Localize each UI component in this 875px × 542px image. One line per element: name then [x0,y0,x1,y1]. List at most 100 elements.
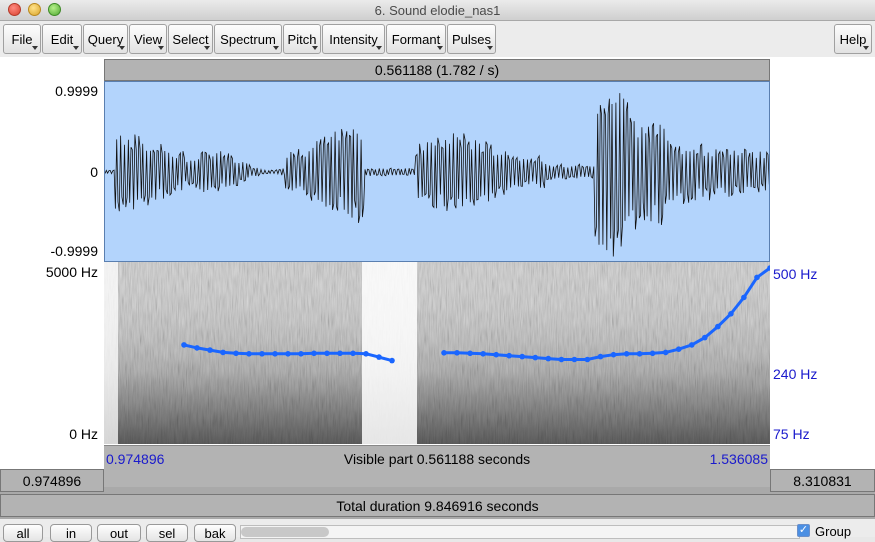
zoom-in-button[interactable]: in [50,524,92,542]
menu-help-label: Help [839,32,867,47]
spectrogram-freq-max: 5000 Hz [45,264,98,280]
pitch-point [597,353,604,360]
spectrogram-low-energy [104,262,770,444]
pitch-point [636,351,643,357]
praat-sound-window: 6. Sound elodie_nas1 File Edit Query Vie… [0,0,875,542]
chevron-down-icon [437,46,443,50]
right-outside-time[interactable]: 8.310831 [770,469,875,492]
pitch-point [220,349,226,356]
pitch-point [311,350,317,357]
waveform-y-min: -0.9999 [50,243,98,259]
chevron-down-icon [312,46,318,50]
waveform-panel[interactable] [104,81,770,262]
menu-formant[interactable]: Formant [386,24,446,54]
menu-query[interactable]: Query [83,24,128,54]
pitch-point [389,357,395,364]
menu-edit-label: Edit [50,32,74,47]
pitch-point [610,351,617,358]
pitch-point [532,354,539,361]
pitch-point [207,347,213,353]
waveform-svg [105,93,769,257]
menu-select[interactable]: Select [168,24,213,54]
chevron-down-icon [204,46,210,50]
spectrogram-silence [362,262,417,444]
chevron-down-icon [273,46,279,50]
menu-intensity[interactable]: Intensity [322,24,385,54]
pitch-point [259,351,265,357]
scrollbar-thumb[interactable] [241,527,329,537]
menu-pulses-label: Pulses [451,32,492,47]
pitch-point [506,352,512,359]
pitch-point [545,355,552,362]
waveform-y-zero: 0 [90,164,98,180]
bottom-controls: all in out sel bak ✓ Group [0,519,875,542]
pitch-point [181,342,187,348]
menu-formant-label: Formant [391,32,441,47]
pitch-point [675,346,682,352]
zoom-back-button[interactable]: bak [194,524,236,542]
left-outside-time[interactable]: 0.974896 [0,469,104,492]
pitch-point [754,274,760,281]
waveform-trace [105,93,769,257]
window-title: 6. Sound elodie_nas1 [374,3,501,18]
chevron-down-icon [376,46,382,50]
pitch-point [233,350,239,357]
total-duration-bar[interactable]: Total duration 9.846916 seconds [0,494,875,517]
menu-help[interactable]: Help [834,24,872,54]
zoom-all-button[interactable]: all [3,524,43,542]
pitch-point [571,356,578,363]
pitch-point [454,350,460,356]
spectrogram-svg [104,262,770,444]
spectrogram-freq-min: 0 Hz [69,426,98,442]
pitch-point [363,351,369,357]
menu-pitch[interactable]: Pitch [283,24,321,54]
spectrogram-panel[interactable] [104,262,770,444]
pitch-point [558,356,565,363]
menu-spectrum-label: Spectrum [220,32,276,47]
pitch-axis-max: 500 Hz [773,266,818,282]
pitch-point [728,311,734,317]
pitch-point [194,345,200,351]
menu-spectrum[interactable]: Spectrum [214,24,282,54]
selection-duration-bar[interactable]: 0.561188 (1.782 / s) [104,59,770,81]
spectrogram-onset [104,262,118,444]
zoom-sel-button[interactable]: sel [146,524,188,542]
pitch-point [519,353,525,360]
pitch-point [350,350,356,357]
title-bar: 6. Sound elodie_nas1 [0,0,875,21]
pitch-point [337,350,343,357]
pitch-point [441,350,447,356]
pitch-point [649,350,656,357]
pitch-point [689,342,695,348]
pitch-axis-min: 75 Hz [773,426,810,442]
chevron-down-icon [119,46,125,50]
pitch-point [298,351,304,357]
group-checkbox[interactable]: ✓ [797,524,810,537]
chevron-down-icon [863,46,869,50]
pitch-point [467,350,473,357]
menu-view[interactable]: View [129,24,167,54]
menu-pulses[interactable]: Pulses [447,24,496,54]
waveform-y-max: 0.9999 [55,83,98,99]
menu-intensity-label: Intensity [329,32,378,47]
pitch-point [493,351,500,358]
visible-part-bar[interactable]: 0.974896 Visible part 0.561188 seconds 1… [104,445,770,487]
menu-edit[interactable]: Edit [42,24,82,54]
editor-frame: 0.561188 (1.782 / s) 0.9999 0 -0.9999 50… [0,57,875,519]
menu-file[interactable]: File [3,24,41,54]
pitch-point [702,334,708,341]
menu-bar: File Edit Query View Select Spectrum Pit… [0,22,875,57]
menu-query-label: Query [87,32,124,47]
chevron-down-icon [32,46,38,50]
pitch-point [272,351,278,357]
visible-end-time: 1.536085 [709,451,768,467]
pitch-point [662,349,669,356]
menu-select-label: Select [172,32,209,47]
pitch-point [584,356,591,363]
pitch-point [715,323,721,330]
chevron-down-icon [158,46,164,50]
pitch-point [623,351,630,357]
zoom-out-button[interactable]: out [97,524,141,542]
chevron-down-icon [73,46,79,50]
menu-pitch-label: Pitch [287,32,317,47]
